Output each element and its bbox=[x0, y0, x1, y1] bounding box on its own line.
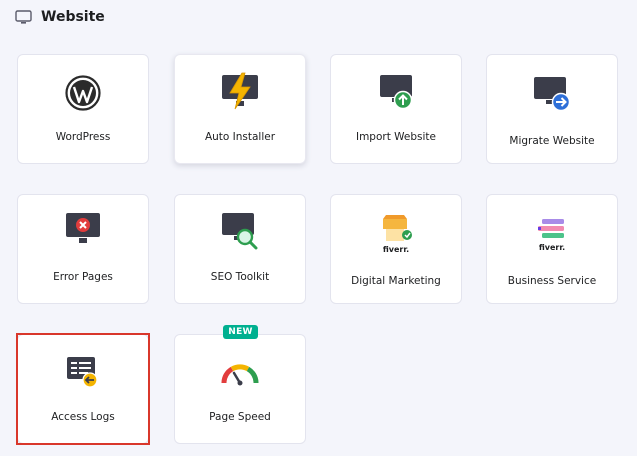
tile-label: Access Logs bbox=[51, 411, 115, 423]
auto-installer-icon bbox=[222, 72, 258, 110]
new-badge: NEW bbox=[223, 325, 258, 339]
tile-label: Migrate Website bbox=[509, 135, 595, 147]
tile-label: Error Pages bbox=[53, 271, 113, 283]
migrate-website-icon bbox=[534, 77, 571, 112]
tile-error-pages[interactable]: Error Pages bbox=[17, 194, 149, 304]
tile-migrate-website[interactable]: Migrate Website bbox=[486, 54, 618, 164]
tile-auto-installer[interactable]: Auto Installer bbox=[174, 54, 306, 164]
fiverr-business-service-icon: fiverr. bbox=[538, 219, 565, 252]
tile-import-website[interactable]: Import Website bbox=[330, 54, 462, 164]
svg-text:fiverr.: fiverr. bbox=[383, 245, 409, 254]
tile-access-logs[interactable]: Access Logs bbox=[17, 334, 149, 444]
tools-grid: WordPress Auto Installer Import Website … bbox=[0, 0, 637, 456]
tile-label: Business Service bbox=[507, 275, 597, 287]
tile-wordpress[interactable]: WordPress bbox=[17, 54, 149, 164]
error-pages-icon bbox=[66, 213, 100, 243]
access-logs-icon bbox=[67, 357, 98, 388]
tile-business-service[interactable]: fiverr. Business Service bbox=[486, 194, 618, 304]
svg-text:fiverr.: fiverr. bbox=[539, 243, 565, 252]
tile-seo-toolkit[interactable]: SEO Toolkit bbox=[174, 194, 306, 304]
page-speed-icon bbox=[221, 364, 259, 386]
wordpress-icon bbox=[65, 75, 101, 111]
import-website-icon bbox=[380, 75, 413, 110]
fiverr-digital-marketing-icon: fiverr. bbox=[383, 215, 412, 254]
tile-label: Page Speed bbox=[209, 411, 271, 423]
tile-label: Auto Installer bbox=[204, 131, 276, 143]
tile-label: SEO Toolkit bbox=[210, 271, 270, 283]
tile-page-speed[interactable]: Page Speed bbox=[174, 334, 306, 444]
tile-label: Digital Marketing bbox=[351, 275, 441, 287]
seo-toolkit-icon bbox=[222, 213, 258, 250]
tile-label: WordPress bbox=[55, 131, 111, 143]
tile-label: Import Website bbox=[355, 131, 437, 143]
tile-digital-marketing[interactable]: fiverr. Digital Marketing bbox=[330, 194, 462, 304]
